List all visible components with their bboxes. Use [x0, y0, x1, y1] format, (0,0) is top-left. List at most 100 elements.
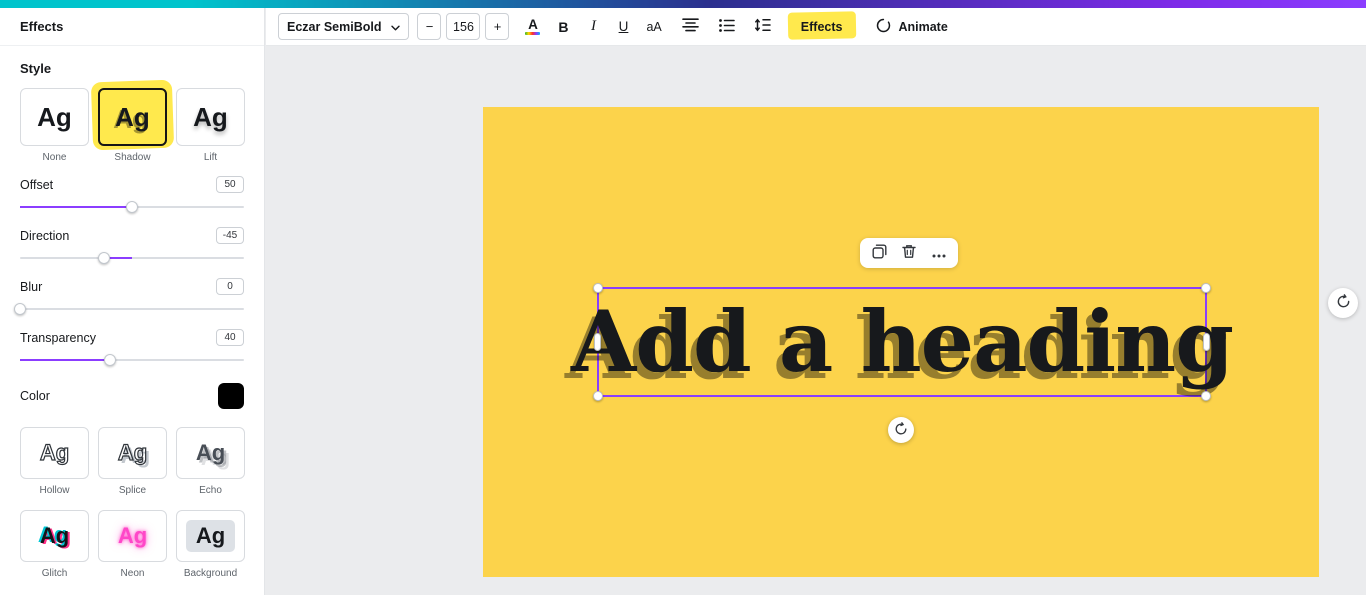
style-row-2: Ag Hollow Ag Splice Ag Echo	[20, 427, 245, 496]
style-label-neon: Neon	[120, 568, 145, 579]
effects-button[interactable]: Effects	[787, 10, 856, 40]
style-section-label: Style	[20, 61, 52, 76]
direction-value-box[interactable]: -45	[216, 227, 244, 244]
resize-handle-top-left[interactable]	[593, 283, 603, 293]
blur-value-box[interactable]: 0	[216, 278, 244, 295]
style-preview-lift: Ag	[193, 102, 228, 132]
style-row-main: Ag None Ag Shadow Ag Lift	[20, 88, 245, 163]
cycle-arrow-icon	[1336, 294, 1351, 312]
duplicate-button[interactable]	[866, 241, 892, 265]
text-toolbar: Eczar SemiBold − 156 + A B I U aA Effect…	[266, 8, 1366, 46]
blur-slider-knob[interactable]	[14, 303, 26, 315]
panel-body: Style Ag None Ag Shadow Ag Lift Offset 5…	[0, 61, 264, 595]
chevron-down-icon	[391, 20, 401, 34]
duplicate-icon	[872, 244, 887, 262]
color-control: Color	[20, 383, 244, 409]
text-case-button[interactable]: aA	[640, 13, 667, 41]
delete-button[interactable]	[896, 241, 922, 265]
brand-gradient-bar	[0, 0, 1366, 8]
resize-handle-right[interactable]	[1203, 333, 1210, 351]
style-card-lift[interactable]: Ag Lift	[176, 88, 245, 163]
direction-control: Direction -45	[20, 227, 244, 265]
font-size-decrease-button[interactable]: −	[417, 13, 442, 40]
resize-handle-bottom-right[interactable]	[1201, 391, 1211, 401]
style-preview-glitch: Ag	[39, 523, 70, 548]
resize-handle-bottom-left[interactable]	[593, 391, 603, 401]
spacing-button[interactable]	[749, 13, 777, 41]
italic-button[interactable]: I	[580, 13, 606, 41]
effects-panel: Effects Style Ag None Ag Shadow Ag Lift …	[0, 8, 265, 595]
style-preview-neon: Ag	[117, 523, 148, 548]
transparency-label: Transparency	[20, 330, 96, 345]
underline-button[interactable]: U	[610, 13, 636, 41]
animate-icon	[876, 18, 891, 36]
direction-slider[interactable]	[20, 251, 244, 265]
style-card-none[interactable]: Ag None	[20, 88, 89, 163]
style-card-hollow[interactable]: Ag Hollow	[20, 427, 89, 496]
style-preview-none: Ag	[37, 102, 72, 132]
align-center-icon	[681, 18, 699, 35]
color-label: Color	[20, 389, 50, 403]
bold-button[interactable]: B	[550, 13, 576, 41]
style-preview-background: Ag	[185, 520, 236, 552]
style-label-splice: Splice	[118, 485, 147, 496]
style-row-3: Ag Glitch Ag Neon Ag Background	[20, 510, 245, 579]
transparency-slider-knob[interactable]	[103, 354, 116, 366]
line-spacing-icon	[754, 18, 771, 35]
style-card-shadow[interactable]: Ag Shadow	[98, 88, 167, 163]
style-label-echo: Echo	[199, 485, 222, 496]
offset-slider-knob[interactable]	[126, 201, 138, 213]
panel-title: Effects	[20, 19, 64, 34]
direction-label: Direction	[20, 228, 70, 243]
style-preview-shadow: Ag	[115, 102, 150, 132]
font-size-group: − 156 +	[417, 13, 510, 40]
resize-handle-left[interactable]	[594, 333, 601, 351]
style-label-shadow: Shadow	[114, 152, 151, 163]
style-card-echo[interactable]: Ag Echo	[176, 427, 245, 496]
style-preview-echo: Ag	[195, 440, 226, 465]
offset-label: Offset	[20, 177, 54, 192]
more-options-button[interactable]	[926, 241, 952, 265]
font-name: Eczar SemiBold	[287, 19, 382, 34]
style-card-splice[interactable]: Ag Splice	[98, 427, 167, 496]
offset-value-box[interactable]: 50	[216, 176, 244, 193]
animate-button[interactable]: Animate	[870, 17, 953, 37]
resize-handle-top-right[interactable]	[1201, 283, 1211, 293]
alignment-button[interactable]	[676, 13, 705, 41]
text-selection-box[interactable]: Add a heading	[571, 283, 1234, 401]
canvas-area[interactable]: Add a heading	[266, 46, 1366, 595]
transparency-value-box[interactable]: 40	[216, 329, 244, 346]
style-label-background: Background	[183, 568, 238, 579]
style-preview-hollow: Ag	[39, 440, 70, 465]
style-label-none: None	[42, 152, 67, 163]
transparency-control: Transparency 40	[20, 329, 244, 367]
blur-label: Blur	[20, 279, 43, 294]
style-card-background[interactable]: Ag Background	[176, 510, 245, 579]
list-button[interactable]	[713, 13, 741, 41]
style-card-glitch[interactable]: Ag Glitch	[20, 510, 89, 579]
transparency-slider[interactable]	[20, 353, 244, 367]
blur-control: Blur 0	[14, 278, 244, 316]
refresh-view-button[interactable]	[1328, 288, 1358, 318]
more-dots-icon	[932, 246, 946, 261]
panel-header: Effects	[0, 8, 264, 46]
font-size-increase-button[interactable]: +	[485, 13, 510, 40]
shadow-color-swatch[interactable]	[218, 383, 244, 409]
offset-slider[interactable]	[20, 200, 244, 214]
rotate-handle[interactable]	[888, 417, 914, 443]
font-size-value[interactable]: 156	[446, 13, 481, 40]
blur-slider[interactable]	[14, 302, 244, 316]
offset-control: Offset 50	[20, 176, 244, 214]
direction-slider-knob[interactable]	[98, 252, 110, 264]
style-label-hollow: Hollow	[39, 485, 70, 496]
style-preview-splice: Ag	[117, 440, 148, 465]
trash-icon	[902, 244, 916, 262]
text-color-button[interactable]: A	[519, 13, 546, 41]
font-selector[interactable]: Eczar SemiBold	[278, 13, 410, 40]
style-label-lift: Lift	[203, 152, 218, 163]
rotate-icon	[894, 421, 908, 439]
bulleted-list-icon	[718, 18, 735, 35]
style-label-glitch: Glitch	[41, 568, 68, 579]
heading-text[interactable]: Add a heading	[571, 300, 1234, 384]
style-card-neon[interactable]: Ag Neon	[98, 510, 167, 579]
